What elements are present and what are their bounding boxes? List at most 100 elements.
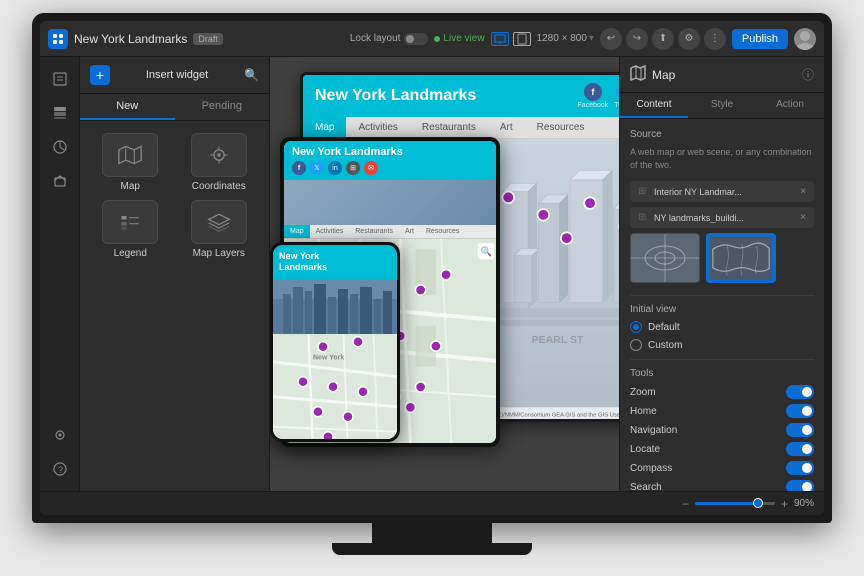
panel-title-row: Map — [630, 65, 675, 84]
lock-toggle[interactable] — [404, 33, 428, 45]
preview-header: New York Landmarks f Facebook 𝕏 — [303, 75, 619, 117]
panel-header: Map ⓘ — [620, 57, 824, 93]
top-bar: New York Landmarks Draft Lock layout Liv… — [40, 21, 824, 57]
widget-map-layers[interactable]: Map Layers — [179, 200, 260, 259]
sidebar-tabs: New Pending — [80, 94, 269, 121]
tool-home-toggle[interactable] — [786, 404, 814, 418]
source-2-remove[interactable]: × — [800, 212, 806, 223]
svg-text:?: ? — [58, 465, 63, 475]
tablet-hero — [284, 180, 496, 225]
zoom-minus-button[interactable]: − — [682, 497, 689, 511]
widget-coordinates[interactable]: Coordinates — [179, 133, 260, 192]
tool-zoom-toggle[interactable] — [786, 385, 814, 399]
widget-map[interactable]: Map — [90, 133, 171, 192]
tool-navigation-toggle[interactable] — [786, 423, 814, 437]
rail-theme[interactable] — [46, 133, 74, 161]
radio-default-circle[interactable] — [630, 321, 642, 333]
source-desc: A web map or web scene, or any combinati… — [630, 146, 814, 171]
rail-settings[interactable] — [46, 421, 74, 449]
rail-layers[interactable] — [46, 99, 74, 127]
more-button[interactable]: ⋮ — [704, 28, 726, 50]
phone-screen: New YorkLandmarks — [273, 245, 397, 439]
left-sidebar: + Insert widget 🔍 New Pending — [80, 57, 270, 491]
source-1-remove[interactable]: × — [800, 186, 806, 197]
tablet-icon[interactable] — [513, 32, 531, 46]
monitor-stand — [372, 523, 492, 543]
live-dot — [434, 36, 440, 42]
sidebar-search-icon[interactable]: 🔍 — [244, 68, 259, 82]
settings-button[interactable]: ⚙ — [678, 28, 700, 50]
tool-compass-label: Compass — [630, 463, 672, 474]
tool-navigation-label: Navigation — [630, 425, 677, 436]
draft-badge: Draft — [193, 33, 223, 45]
zoom-slider[interactable] — [695, 502, 775, 505]
tablet-nav-resources[interactable]: Resources — [420, 225, 465, 238]
app-logo — [48, 29, 68, 49]
source-item-2: ⊞ NY landmarks_buildi... × — [630, 207, 814, 228]
radio-default[interactable]: Default — [630, 321, 814, 333]
insert-widget-label: Insert widget — [146, 69, 208, 81]
panel-info-icon[interactable]: ⓘ — [802, 66, 814, 83]
tablet-fb: f — [292, 161, 306, 175]
phone-title: New YorkLandmarks — [279, 251, 391, 273]
zoom-control: − + 90% — [682, 497, 814, 511]
section-divider-2 — [630, 359, 814, 360]
undo-button[interactable]: ↩ — [600, 28, 622, 50]
rail-pages[interactable] — [46, 65, 74, 93]
tablet-social: f 𝕏 in ⊞ ✉ — [292, 161, 488, 175]
rail-help[interactable]: ? — [46, 455, 74, 483]
svg-text:🔍: 🔍 — [481, 245, 492, 257]
desktop-icon[interactable] — [491, 32, 509, 46]
right-panel: Map ⓘ Content Style Action Source A web … — [619, 57, 824, 491]
zoom-plus-button[interactable]: + — [781, 497, 788, 511]
nav-resources[interactable]: Resources — [525, 117, 597, 138]
tool-search-label: Search — [630, 482, 662, 491]
widget-map-layers-icon — [191, 200, 247, 244]
panel-title-label: Map — [652, 68, 675, 82]
panel-tab-style[interactable]: Style — [688, 93, 756, 118]
publish-button[interactable]: Publish — [732, 29, 788, 49]
tablet-title: New York Landmarks — [292, 146, 488, 158]
source-item-1: ⊞ Interior NY Landmar... × — [630, 181, 814, 202]
user-avatar[interactable] — [794, 28, 816, 50]
tool-zoom: Zoom — [630, 385, 814, 399]
tool-locate-label: Locate — [630, 444, 660, 455]
tablet-nav-art[interactable]: Art — [399, 225, 420, 238]
tool-locate-toggle[interactable] — [786, 442, 814, 456]
widget-legend[interactable]: Legend — [90, 200, 171, 259]
tablet-nav: Map Activities Restaurants Art Resources — [284, 225, 496, 239]
tool-compass: Compass — [630, 461, 814, 475]
radio-default-label: Default — [648, 322, 680, 333]
nav-restaurants[interactable]: Restaurants — [410, 117, 488, 138]
initial-view-title: Initial view — [630, 304, 814, 315]
sidebar-header: + Insert widget 🔍 — [80, 57, 269, 94]
tool-navigation: Navigation — [630, 423, 814, 437]
tablet-nav-activities[interactable]: Activities — [310, 225, 350, 238]
phone-header: New YorkLandmarks — [273, 245, 397, 279]
add-widget-button[interactable]: + — [90, 65, 110, 85]
map-thumb-1[interactable] — [630, 233, 700, 283]
nav-map[interactable]: Map — [303, 117, 346, 138]
map-thumb-2[interactable] — [706, 233, 776, 283]
tablet-nav-map[interactable]: Map — [284, 225, 310, 238]
map-panel-icon — [630, 65, 646, 84]
panel-tab-action[interactable]: Action — [756, 93, 824, 118]
tab-pending[interactable]: Pending — [175, 94, 270, 120]
tab-new[interactable]: New — [80, 94, 175, 120]
nav-activities[interactable]: Activities — [346, 117, 409, 138]
lock-layout[interactable]: Lock layout — [350, 33, 429, 45]
section-divider-1 — [630, 295, 814, 296]
tool-zoom-label: Zoom — [630, 387, 656, 398]
rail-data[interactable] — [46, 167, 74, 195]
tool-compass-toggle[interactable] — [786, 461, 814, 475]
page-title: New York Landmarks — [74, 32, 187, 46]
tool-search-toggle[interactable] — [786, 480, 814, 491]
nav-art[interactable]: Art — [488, 117, 525, 138]
radio-custom[interactable]: Custom — [630, 339, 814, 351]
share-button[interactable]: ⬆ — [652, 28, 674, 50]
panel-tab-content[interactable]: Content — [620, 93, 688, 118]
radio-custom-circle[interactable] — [630, 339, 642, 351]
facebook-icon: f Facebook — [578, 83, 609, 109]
tablet-nav-restaurants[interactable]: Restaurants — [349, 225, 399, 238]
redo-button[interactable]: ↪ — [626, 28, 648, 50]
